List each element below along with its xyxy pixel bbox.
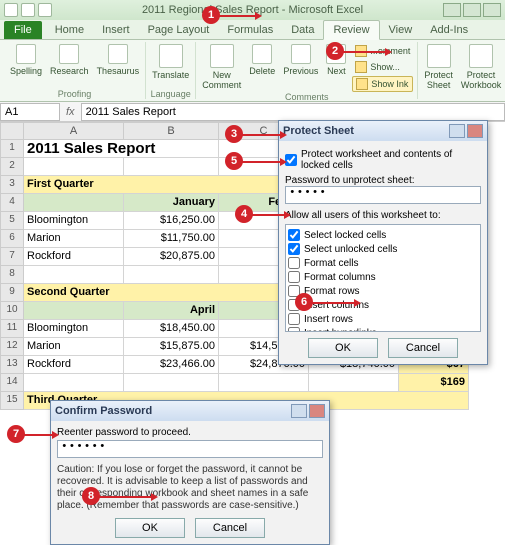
callout-7: 7 (7, 425, 25, 443)
group-changes: Protect Sheet Protect Workbook Share Wor… (418, 42, 505, 99)
protect-contents-checkbox[interactable]: Protect worksheet and contents of locked… (285, 149, 481, 171)
confirm-title-bar[interactable]: Confirm Password (51, 401, 329, 421)
callout-5: 5 (225, 152, 243, 170)
confirm-password-dialog: Confirm Password Reenter password to pro… (50, 400, 330, 545)
tab-home[interactable]: Home (46, 21, 93, 39)
new-comment-button[interactable]: New Comment (200, 42, 243, 92)
tab-review[interactable]: Review (323, 20, 379, 40)
perm-item[interactable]: Insert hyperlinks (288, 327, 478, 332)
formula-input[interactable]: 2011 Sales Report (81, 103, 505, 121)
dialog-help-icon[interactable] (449, 124, 465, 138)
previous-comment-button[interactable]: Previous (281, 42, 320, 78)
research-button[interactable]: Research (48, 42, 91, 78)
arrow-2 (342, 51, 386, 53)
arrow-3 (241, 134, 281, 136)
quick-access-toolbar (4, 3, 52, 17)
callout-2: 2 (326, 42, 344, 60)
perm-item[interactable]: Insert rows (288, 313, 478, 325)
dialog-title-bar[interactable]: Protect Sheet (279, 121, 487, 141)
arrow-6 (311, 302, 355, 304)
perm-item[interactable]: Insert columns (288, 299, 478, 311)
tab-addins[interactable]: Add-Ins (421, 21, 477, 39)
callout-4: 4 (235, 205, 253, 223)
protect-sheet-dialog: Protect Sheet Protect worksheet and cont… (278, 120, 488, 365)
perm-item[interactable]: Select unlocked cells (288, 243, 478, 255)
tab-view[interactable]: View (380, 21, 422, 39)
group-proofing: Spelling Research Thesaurus Proofing (4, 42, 146, 99)
show-icon (355, 61, 367, 73)
confirm-cancel-button[interactable]: Cancel (195, 518, 265, 538)
ok-button[interactable]: OK (308, 338, 378, 358)
ink-icon (356, 78, 368, 90)
minimize-icon[interactable] (443, 3, 461, 17)
password-label: Password to unprotect sheet: (285, 175, 481, 186)
group-label-proofing: Proofing (8, 89, 141, 99)
spelling-button[interactable]: Spelling (8, 42, 44, 78)
confirm-dialog-title: Confirm Password (55, 405, 152, 417)
tab-formulas[interactable]: Formulas (218, 21, 282, 39)
arrow-5 (241, 161, 281, 163)
title-bar: 2011 Regional Sales Report - Microsoft E… (0, 0, 505, 20)
callout-8: 8 (82, 487, 100, 505)
excel-icon (4, 3, 18, 17)
perm-item[interactable]: Format cells (288, 257, 478, 269)
protect-sheet-button[interactable]: Protect Sheet (422, 42, 455, 92)
dialog-title: Protect Sheet (283, 125, 354, 137)
show-button[interactable]: Show... (352, 60, 413, 74)
group-language: Translate Language (146, 42, 196, 99)
confirm-ok-button[interactable]: OK (115, 518, 185, 538)
arrow-1 (218, 15, 256, 17)
close-icon[interactable] (483, 3, 501, 17)
cancel-button[interactable]: Cancel (388, 338, 458, 358)
password-input[interactable]: ••••• (285, 186, 481, 204)
confirm-password-input[interactable]: •••••• (57, 440, 323, 458)
perm-item[interactable]: Format columns (288, 271, 478, 283)
permissions-list[interactable]: Select locked cells Select unlocked cells… (285, 224, 481, 332)
tab-page-layout[interactable]: Page Layout (139, 21, 219, 39)
arrow-4 (251, 214, 285, 216)
confirm-close-icon[interactable] (309, 404, 325, 418)
confirm-caution-text: Caution: If you lose or forget the passw… (57, 464, 323, 512)
name-box[interactable]: A1 (0, 103, 60, 121)
group-label-comments: Comments (200, 92, 413, 102)
callout-1: 1 (202, 6, 220, 24)
show-ink-button[interactable]: Show Ink (352, 76, 413, 92)
confirm-help-icon[interactable] (291, 404, 307, 418)
translate-button[interactable]: Translate (150, 42, 191, 82)
confirm-label: Reenter password to proceed. (57, 427, 323, 438)
protect-workbook-button[interactable]: Protect Workbook (459, 42, 503, 92)
dialog-close-icon[interactable] (467, 124, 483, 138)
arrow-7 (23, 434, 53, 436)
arrow-8 (98, 496, 152, 498)
tab-insert[interactable]: Insert (93, 21, 139, 39)
callout-6: 6 (295, 293, 313, 311)
window-controls (443, 3, 501, 17)
ribbon: Spelling Research Thesaurus Proofing Tra… (0, 40, 505, 102)
save-icon[interactable] (21, 3, 35, 17)
formula-bar: A1 fx 2011 Sales Report (0, 102, 505, 122)
tab-data[interactable]: Data (282, 21, 323, 39)
perm-item[interactable]: Select locked cells (288, 229, 478, 241)
tab-file[interactable]: File (4, 21, 42, 39)
thesaurus-button[interactable]: Thesaurus (95, 42, 142, 78)
callout-3: 3 (225, 125, 243, 143)
group-label-language: Language (150, 89, 191, 99)
fx-icon[interactable]: fx (60, 106, 81, 118)
maximize-icon[interactable] (463, 3, 481, 17)
ribbon-tabs: File Home Insert Page Layout Formulas Da… (0, 20, 505, 40)
undo-icon[interactable] (38, 3, 52, 17)
perm-item[interactable]: Format rows (288, 285, 478, 297)
delete-comment-button[interactable]: Delete (247, 42, 277, 78)
allow-label: Allow all users of this worksheet to: (285, 210, 481, 221)
